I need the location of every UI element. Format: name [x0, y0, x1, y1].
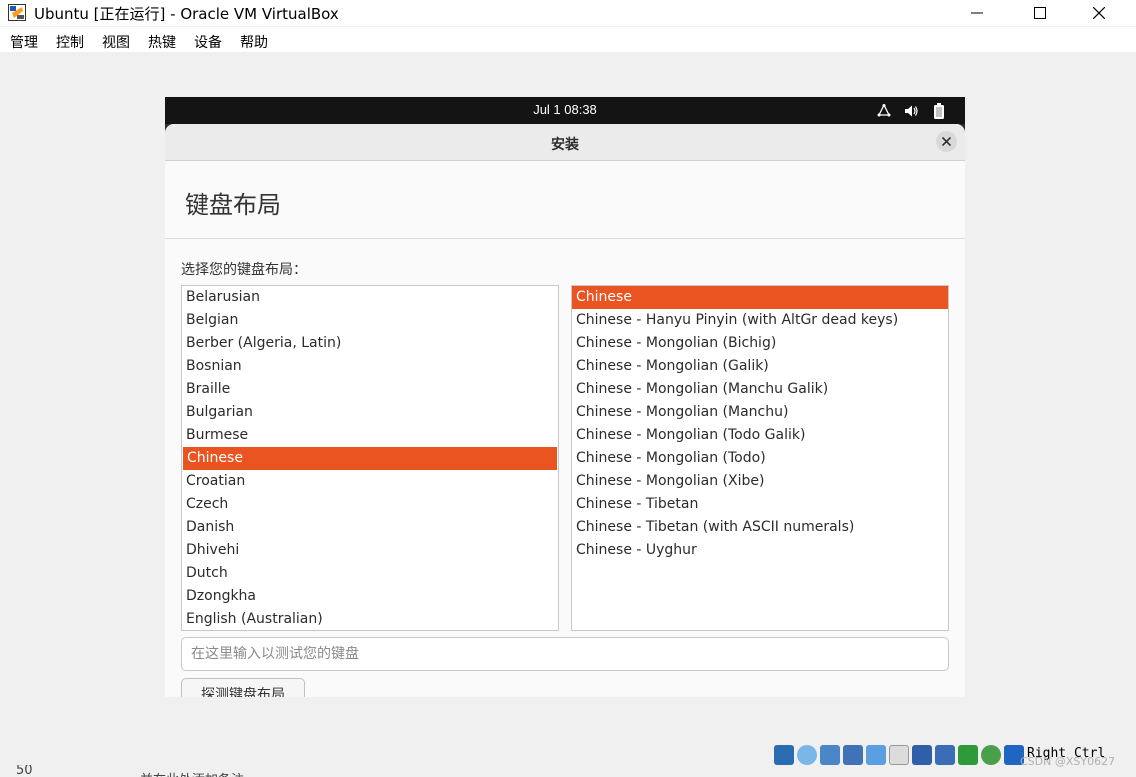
- gnome-topbar: Jul 1 08:38: [165, 97, 965, 124]
- language-item[interactable]: Danish: [182, 516, 558, 539]
- menu-control[interactable]: 控制: [56, 32, 84, 52]
- dialog-header: 安装: [165, 124, 965, 161]
- variant-item[interactable]: Chinese - Tibetan (with ASCII numerals): [572, 516, 948, 539]
- layout-prompt: 选择您的键盘布局：: [181, 262, 307, 278]
- dialog-title: 安装: [551, 137, 579, 153]
- menu-manage[interactable]: 管理: [10, 32, 38, 52]
- language-item[interactable]: Berber (Algeria, Latin): [182, 332, 558, 355]
- menu-help[interactable]: 帮助: [240, 32, 268, 52]
- recording-icon[interactable]: [935, 745, 955, 765]
- close-button[interactable]: [1076, 0, 1122, 26]
- menu-view[interactable]: 视图: [102, 32, 130, 52]
- language-item[interactable]: Dhivehi: [182, 539, 558, 562]
- language-item[interactable]: Dutch: [182, 562, 558, 585]
- background-number: 50: [16, 765, 33, 777]
- virtualbox-icon: [8, 4, 26, 21]
- language-item[interactable]: Burmese: [182, 424, 558, 447]
- language-item-selected[interactable]: Chinese: [183, 447, 557, 470]
- variant-item[interactable]: Chinese - Mongolian (Manchu Galik): [572, 378, 948, 401]
- variant-item[interactable]: Chinese - Mongolian (Xibe): [572, 470, 948, 493]
- language-item[interactable]: Dzongkha: [182, 585, 558, 608]
- variant-item-selected[interactable]: Chinese: [572, 286, 948, 309]
- menu-hotkeys[interactable]: 热键: [148, 32, 176, 52]
- background-window-strip: 50 并在此处添加备注: [0, 765, 1136, 777]
- close-icon: [942, 137, 951, 146]
- language-item[interactable]: Belarusian: [182, 286, 558, 309]
- menu-devices[interactable]: 设备: [194, 32, 222, 52]
- dialog-close-button[interactable]: [936, 131, 957, 152]
- menubar: 管理 控制 视图 热键 设备 帮助: [0, 27, 1136, 52]
- language-item[interactable]: Braille: [182, 378, 558, 401]
- audio-icon[interactable]: [820, 745, 840, 765]
- usb-icon[interactable]: [866, 745, 886, 765]
- watermark: CSDN @XSY0627: [1020, 755, 1116, 768]
- mouse-integration-icon[interactable]: [981, 745, 1001, 765]
- guest-screen[interactable]: Jul 1 08:38 安装 键盘布局 选择您的键盘布局： Belarusian…: [165, 97, 965, 697]
- detect-layout-button[interactable]: 探测键盘布局: [181, 678, 305, 697]
- page-title: 键盘布局: [185, 191, 281, 219]
- language-item[interactable]: Bosnian: [182, 355, 558, 378]
- maximize-icon: [1034, 7, 1046, 19]
- language-item[interactable]: Bulgarian: [182, 401, 558, 424]
- window-title: Ubuntu [正在运行] - Oracle VM VirtualBox: [34, 5, 339, 23]
- minimize-button[interactable]: [954, 0, 1000, 26]
- maximize-button[interactable]: [1017, 0, 1063, 26]
- variant-item[interactable]: Chinese - Mongolian (Todo Galik): [572, 424, 948, 447]
- clock[interactable]: Jul 1 08:38: [165, 102, 965, 117]
- language-item[interactable]: Belgian: [182, 309, 558, 332]
- divider: [165, 238, 965, 239]
- variant-item[interactable]: Chinese - Hanyu Pinyin (with AltGr dead …: [572, 309, 948, 332]
- language-item[interactable]: Croatian: [182, 470, 558, 493]
- language-list[interactable]: Belarusian Belgian Berber (Algeria, Latin)…: [181, 285, 559, 631]
- minimize-icon: [971, 12, 983, 14]
- variant-item[interactable]: Chinese - Mongolian (Manchu): [572, 401, 948, 424]
- network-adapter-icon[interactable]: [843, 745, 863, 765]
- hard-disk-icon[interactable]: [774, 745, 794, 765]
- shared-folders-icon[interactable]: [889, 745, 909, 765]
- variant-item[interactable]: Chinese - Mongolian (Todo): [572, 447, 948, 470]
- variant-item[interactable]: Chinese - Uyghur: [572, 539, 948, 562]
- display-icon[interactable]: [912, 745, 932, 765]
- background-text: 并在此处添加备注: [140, 769, 244, 777]
- volume-icon[interactable]: [903, 102, 919, 120]
- variant-item[interactable]: Chinese - Tibetan: [572, 493, 948, 516]
- optical-drive-icon[interactable]: [797, 745, 817, 765]
- installer-dialog: 安装 键盘布局 选择您的键盘布局： Belarusian Belgian Berbe…: [165, 124, 965, 697]
- battery-icon[interactable]: [933, 102, 945, 120]
- cpu-activity-icon[interactable]: [958, 745, 978, 765]
- language-item[interactable]: English (Australian): [182, 608, 558, 630]
- variant-item[interactable]: Chinese - Mongolian (Galik): [572, 355, 948, 378]
- close-icon: [1093, 7, 1105, 19]
- variant-list[interactable]: Chinese Chinese - Hanyu Pinyin (with AltG…: [571, 285, 949, 631]
- network-icon[interactable]: [876, 102, 892, 120]
- keyboard-test-input[interactable]: [181, 637, 949, 671]
- window-titlebar: Ubuntu [正在运行] - Oracle VM VirtualBox: [0, 0, 1136, 26]
- language-item[interactable]: Czech: [182, 493, 558, 516]
- variant-item[interactable]: Chinese - Mongolian (Bichig): [572, 332, 948, 355]
